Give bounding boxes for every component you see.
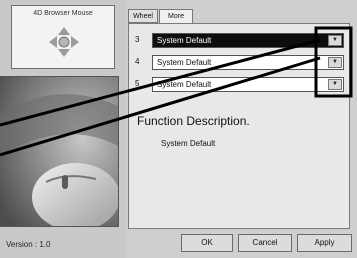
logo-title: 4D Browser Mouse — [33, 10, 93, 17]
version-label: Version : 1.0 — [6, 240, 51, 249]
button-row-3: 3 System Default ▼ — [135, 33, 345, 48]
button-5-select[interactable]: System Default ▼ — [152, 77, 344, 92]
select-value: System Default — [157, 58, 212, 67]
mouse-image — [0, 76, 119, 227]
tab-more[interactable]: More — [159, 9, 193, 23]
button-number: 5 — [135, 79, 140, 88]
button-number: 3 — [135, 35, 140, 44]
cancel-button[interactable]: Cancel — [238, 234, 292, 252]
apply-button[interactable]: Apply — [297, 234, 352, 252]
chevron-down-icon[interactable]: ▼ — [328, 79, 342, 90]
mouse-properties-window: 4D Browser Mouse Version: 1.0 Wheel Mor… — [0, 0, 357, 258]
tab-content-panel: 3 System Default ▼ 4 System Default ▼ 5 … — [128, 23, 350, 229]
chevron-down-icon[interactable]: ▼ — [328, 57, 342, 68]
select-value: System Default — [157, 80, 212, 89]
function-description-text: System Default — [161, 139, 216, 148]
select-value: System Default — [157, 36, 212, 45]
button-number: 4 — [135, 57, 140, 66]
button-row-5: 5 System Default ▼ — [135, 77, 345, 92]
button-4-select[interactable]: System Default ▼ — [152, 55, 344, 70]
logo-box: 4D Browser Mouse — [11, 5, 115, 69]
left-panel: 4D Browser Mouse Version: 1.0 — [0, 0, 126, 258]
button-3-select[interactable]: System Default ▼ — [152, 33, 344, 48]
four-way-arrow-icon — [49, 27, 79, 57]
chevron-down-icon[interactable]: ▼ — [328, 35, 342, 46]
tab-wheel[interactable]: Wheel — [128, 9, 158, 23]
ok-button[interactable]: OK — [181, 234, 233, 252]
button-row-4: 4 System Default ▼ — [135, 55, 345, 70]
function-description-title: Function Description. — [137, 114, 250, 128]
